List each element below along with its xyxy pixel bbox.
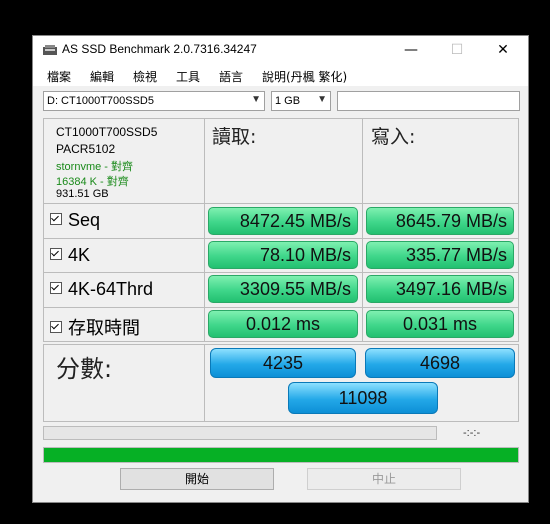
- row-label-seq: Seq: [68, 210, 101, 230]
- menu-bar: 檔案 編輯 檢視 工具 語言 說明(丹楓 繁化): [33, 64, 528, 86]
- divider: [204, 345, 205, 421]
- 4k64-read-result: 3309.55 MB/s: [208, 275, 358, 303]
- row-access: 存取時間: [50, 314, 140, 340]
- progress-fill: [44, 448, 518, 462]
- write-header: 寫入:: [371, 126, 416, 148]
- drive-capacity: 931.51 GB: [56, 188, 109, 200]
- drive-model: CT1000T700SSD5: [56, 125, 158, 139]
- access-write-result: 0.031 ms: [366, 310, 514, 338]
- access-read-result: 0.012 ms: [208, 310, 358, 338]
- progress-bar-total: [43, 447, 519, 463]
- divider: [44, 203, 518, 204]
- drive-select[interactable]: D: CT1000T700SSD5 ▼: [43, 91, 265, 111]
- seq-read-result: 8472.45 MB/s: [208, 207, 358, 235]
- score-label: 分數:: [56, 355, 113, 383]
- 4k64-checkbox[interactable]: [50, 282, 62, 295]
- driver-status: stornvme - 對齊: [56, 161, 134, 173]
- menu-view[interactable]: 檢視: [133, 68, 157, 85]
- 4k-read-result: 78.10 MB/s: [208, 241, 358, 269]
- seq-checkbox[interactable]: [50, 213, 62, 226]
- 4k-write-result: 335.77 MB/s: [366, 241, 514, 269]
- title-bar: AS SSD Benchmark 2.0.7316.34247 — ☐ ✕: [33, 36, 528, 64]
- row-seq: Seq: [50, 210, 100, 231]
- score-read: 4235: [210, 348, 356, 378]
- menu-help[interactable]: 說明(丹楓 繁化): [262, 68, 347, 85]
- score-panel: 分數: 4235 4698 11098: [43, 344, 519, 422]
- chevron-down-icon: ▼: [317, 94, 327, 105]
- row-4k64: 4K-64Thrd: [50, 279, 153, 300]
- divider: [44, 272, 518, 273]
- read-header: 讀取:: [212, 126, 257, 148]
- row-4k: 4K: [50, 245, 90, 266]
- menu-language[interactable]: 語言: [219, 68, 243, 85]
- 4k-checkbox[interactable]: [50, 248, 62, 261]
- divider: [44, 307, 518, 308]
- alignment-status: 16384 K - 對齊: [56, 176, 129, 188]
- app-icon: [43, 45, 57, 55]
- minimize-button[interactable]: —: [388, 36, 434, 64]
- seq-write-result: 8645.79 MB/s: [366, 207, 514, 235]
- size-select[interactable]: 1 GB ▼: [271, 91, 331, 111]
- size-select-value: 1 GB: [275, 95, 301, 107]
- row-label-4k: 4K: [68, 245, 91, 265]
- start-button[interactable]: 開始: [120, 468, 274, 490]
- row-label-4k64: 4K-64Thrd: [68, 279, 154, 299]
- elapsed-time: -:-:-: [463, 427, 481, 439]
- chevron-down-icon: ▼: [251, 94, 261, 105]
- drive-firmware: PACR5102: [56, 142, 116, 156]
- divider: [44, 238, 518, 239]
- score-total: 11098: [288, 382, 438, 414]
- maximize-button[interactable]: ☐: [434, 36, 480, 64]
- menu-tools[interactable]: 工具: [176, 68, 200, 85]
- score-write: 4698: [365, 348, 515, 378]
- drive-select-value: D: CT1000T700SSD5: [47, 95, 154, 107]
- row-label-access: 存取時間: [68, 318, 140, 339]
- menu-file[interactable]: 檔案: [47, 68, 71, 85]
- results-panel: CT1000T700SSD5 PACR5102 stornvme - 對齊 16…: [43, 118, 519, 342]
- app-window: AS SSD Benchmark 2.0.7316.34247 — ☐ ✕ 檔案…: [32, 35, 529, 503]
- progress-bar-test: [43, 426, 437, 440]
- window-title: AS SSD Benchmark 2.0.7316.34247: [62, 42, 257, 56]
- stop-button[interactable]: 中止: [307, 468, 461, 490]
- access-time-checkbox[interactable]: [50, 321, 62, 333]
- close-button[interactable]: ✕: [480, 36, 526, 64]
- menu-edit[interactable]: 編輯: [90, 68, 114, 85]
- 4k64-write-result: 3497.16 MB/s: [366, 275, 514, 303]
- text-field[interactable]: [337, 91, 520, 111]
